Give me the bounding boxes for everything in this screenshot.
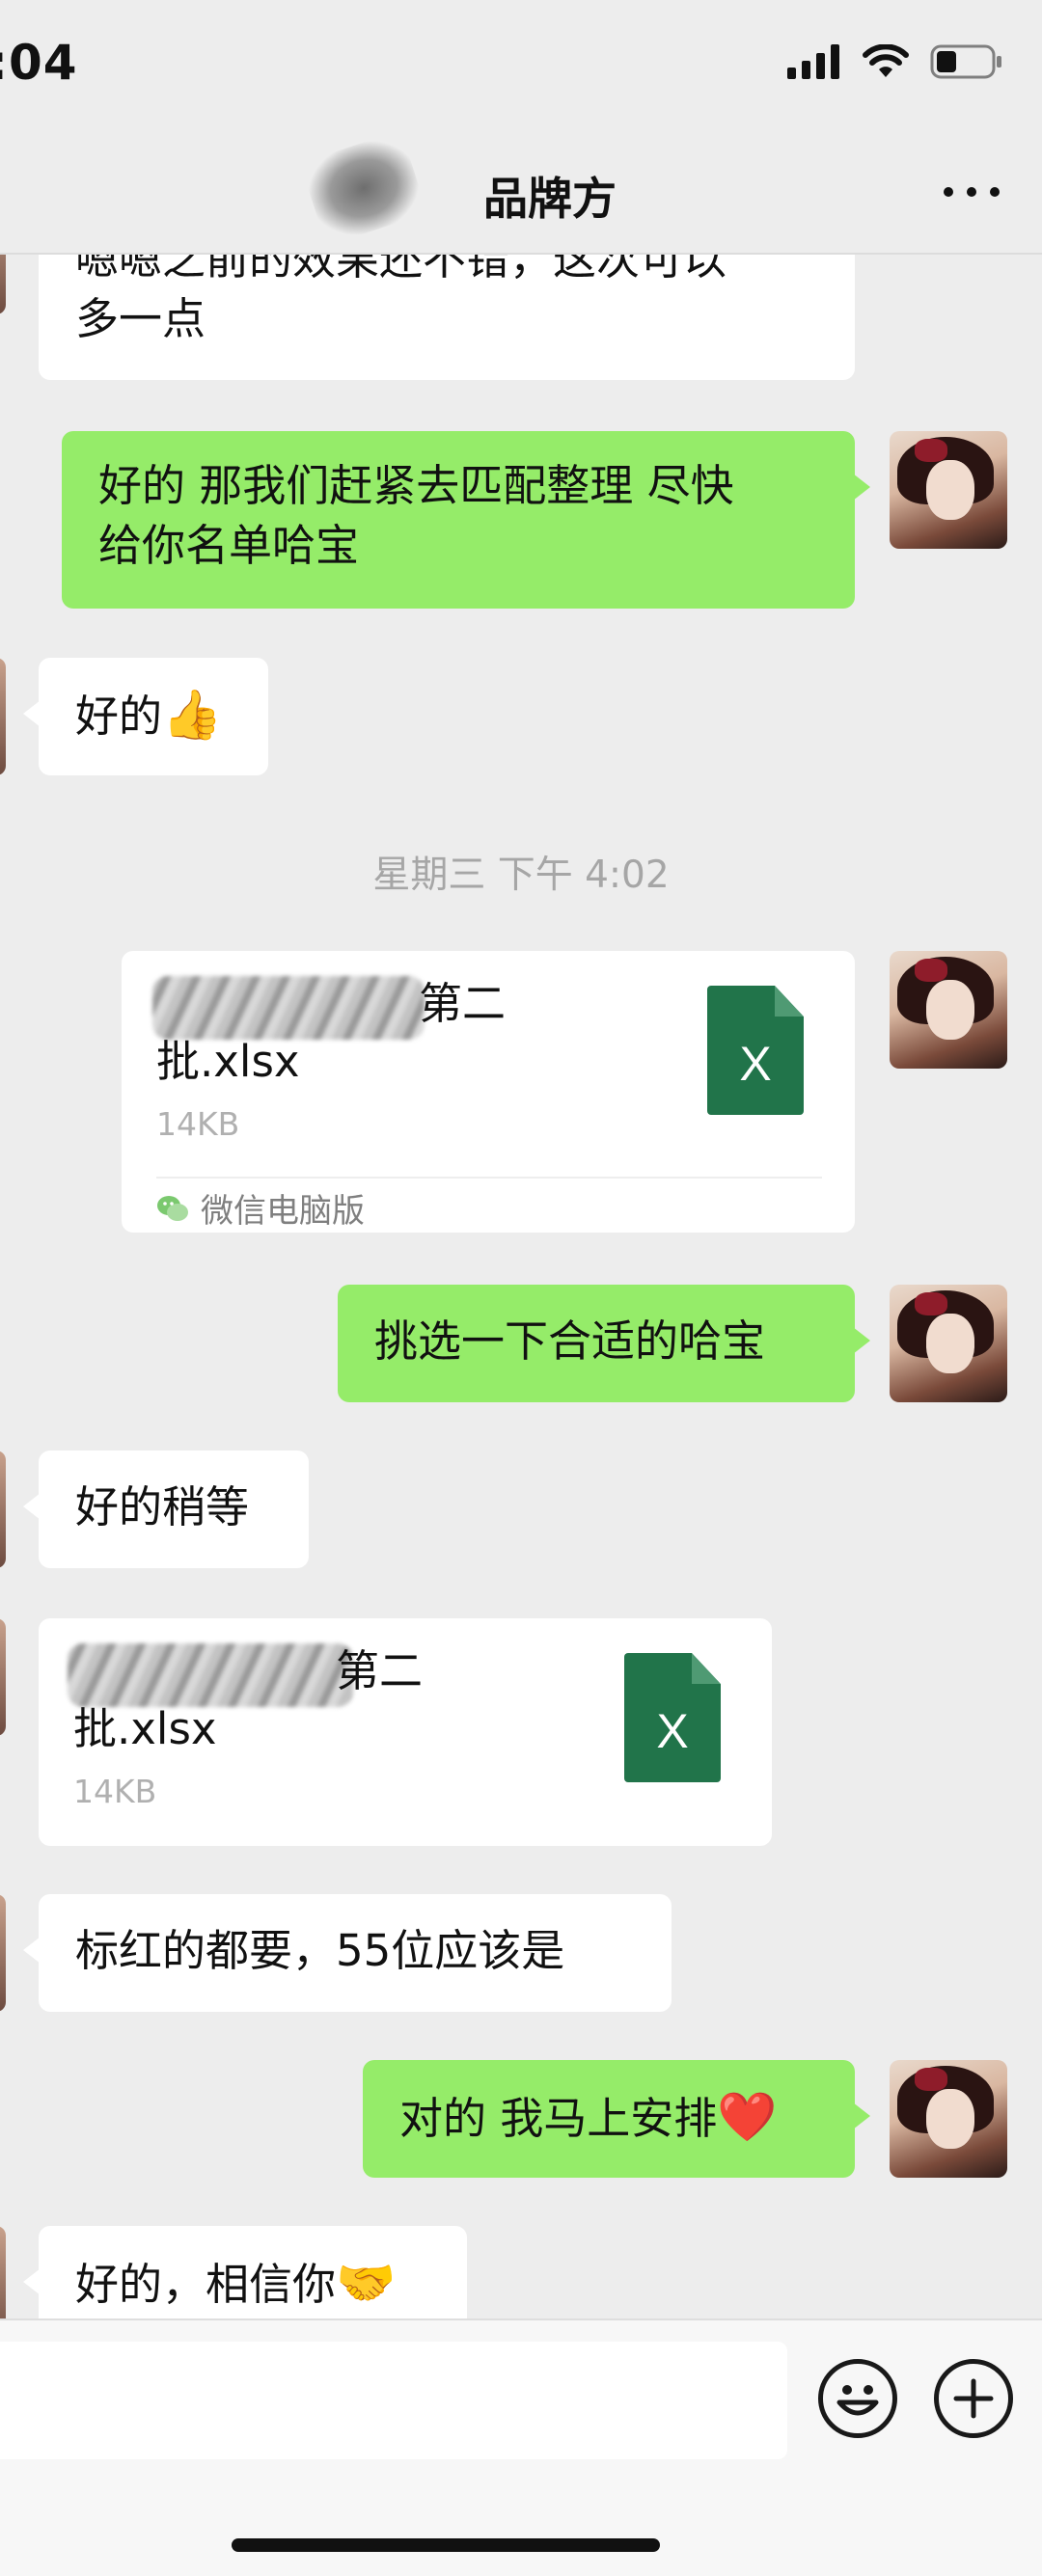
message-text: 嗯嗯之前的效果还不错，这次可以 [75,255,727,285]
redacted-filename [68,1643,353,1707]
message-text: 好的 [75,691,163,742]
battery-icon [930,44,1001,79]
excel-file-icon: X [707,986,804,1115]
contact-avatar[interactable] [0,658,6,775]
chat-messages[interactable]: 嗯嗯之前的效果还不错，这次可以 多一点 好的 那我们赶紧去匹配整理 尽快 给你名… [0,255,1042,2318]
status-time: :04 [0,35,78,91]
redacted-filename [152,976,425,1040]
signal-icon [787,44,839,79]
message-text: 多一点 [75,293,206,344]
contact-avatar[interactable] [0,1894,6,2012]
contact-avatar[interactable] [0,255,6,314]
excel-file-icon: X [624,1653,721,1782]
message-received[interactable]: 好的，相信你🤝 [23,2226,467,2318]
contact-avatar[interactable] [0,1618,6,1736]
message-received[interactable]: 嗯嗯之前的效果还不错，这次可以 多一点 [39,255,855,380]
file-name-tail: 第二 [419,978,507,1029]
file-name: 批.xlsx [73,1703,217,1754]
file-message-sent[interactable]: 第二 批.xlsx 14KB X 微信电脑版 [122,951,855,1233]
contact-avatar[interactable] [0,2226,6,2318]
wifi-icon [863,44,909,77]
message-input[interactable] [0,2342,787,2459]
message-text: 标红的都要，55位应该是 [75,1925,565,1976]
message-text: 好的稍等 [75,1481,250,1532]
contact-avatar[interactable] [0,1451,6,1568]
message-text: 给你名单哈宝 [98,520,360,571]
message-text: 好的 那我们赶紧去匹配整理 尽快 [98,460,734,511]
my-avatar[interactable] [890,431,1007,549]
emoji-icon[interactable] [818,2359,897,2438]
message-text: 对的 我马上安排 [399,2093,718,2144]
file-message-received[interactable]: 第二 批.xlsx 14KB X [39,1618,772,1846]
home-indicator[interactable] [232,2538,660,2552]
message-text: 挑选一下合适的哈宝 [374,1315,766,1367]
file-size: 14KB [73,1773,157,1810]
file-size: 14KB [156,1105,240,1143]
my-avatar[interactable] [890,2060,1007,2178]
status-icons [787,44,1003,79]
input-bar [0,2318,1042,2576]
wechat-icon [157,1195,188,1221]
message-sent[interactable]: 好的 那我们赶紧去匹配整理 尽快 给你名单哈宝 [62,431,870,609]
divider [156,1177,822,1179]
message-sent[interactable]: 挑选一下合适的哈宝 [338,1285,870,1402]
message-sent[interactable]: 对的 我马上安排❤️ [363,2060,870,2178]
file-source-label: 微信电脑版 [201,1192,365,1231]
more-icon[interactable] [944,187,1000,197]
heart-icon: ❤️ [717,2089,778,2145]
handshake-icon: 🤝 [336,2255,397,2311]
message-text: 好的，相信你 [75,2259,337,2310]
thumbs-up-icon: 👍 [162,687,223,743]
file-source: 微信电脑版 [156,1184,365,1232]
file-name-tail: 第二 [336,1645,424,1696]
chat-title: 品牌方 [483,173,617,225]
message-timestamp: 星期三 下午 4:02 [372,854,670,897]
chat-header: 品牌方 [0,130,1042,255]
message-received[interactable]: 好的👍 [23,658,268,775]
file-name: 批.xlsx [156,1036,300,1087]
status-bar: :04 [0,0,1042,135]
my-avatar[interactable] [890,1285,1007,1402]
add-icon[interactable] [934,2359,1013,2438]
my-avatar[interactable] [890,951,1007,1069]
message-received[interactable]: 标红的都要，55位应该是 [23,1894,672,2012]
message-received[interactable]: 好的稍等 [23,1451,309,1568]
